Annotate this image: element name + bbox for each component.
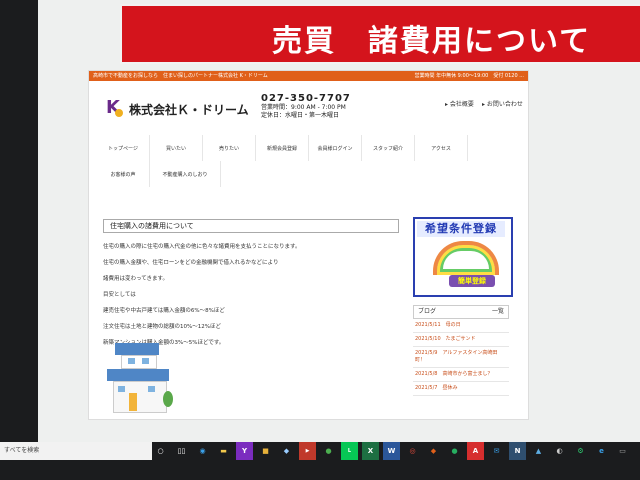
sidebar: 希望条件登録 簡単登録 ブログ 一覧 2021/5/11 母の日 2021/5/… [413,217,513,396]
main-nav: トップページ 買いたい 売りたい 新規会員登録 会員様ログイン スタッフ紹介 ア… [97,135,517,187]
task-view-icon[interactable]: ▯▯ [173,442,190,460]
company-info-link[interactable]: ▸ 会社概要 [445,99,474,108]
topbar-right-text: 営業時間 年中無休 9:00～19:00 受付 0120 ... [414,73,525,79]
taskbar-search-input[interactable]: すべてを検索 [0,442,152,460]
blog-item[interactable]: 2021/5/9 アルファスタイン高崎田町！ [413,347,509,368]
nav-register[interactable]: 新規会員登録 [256,135,309,161]
acrobat-icon[interactable]: A [467,442,484,460]
search-icon[interactable]: ○ [152,442,169,460]
blog-header: ブログ 一覧 [413,305,509,319]
camera-icon[interactable]: ◐ [551,442,568,460]
nav-guide[interactable]: 不動産購入のしおり [150,161,221,187]
nav-buy[interactable]: 買いたい [150,135,203,161]
nav-row-1: トップページ 買いたい 売りたい 新規会員登録 会員様ログイン スタッフ紹介 ア… [97,135,517,161]
topbar-left-text: 高崎市で不動産をお探しなら 住まい探しのパートナー株式会社 K・ドリーム [93,73,268,79]
photos-icon[interactable]: ▲ [530,442,547,460]
app2-icon[interactable]: ◆ [425,442,442,460]
app3-icon[interactable]: ● [446,442,463,460]
store-icon[interactable]: ◆ [278,442,295,460]
yahoo-icon[interactable]: Y [236,442,253,460]
paragraph-2: 住宅の購入金額や、住宅ローンをどの金融機関で借入れるかなどにより [103,260,279,266]
page-title: 住宅購入の諸費用について [103,219,399,233]
paragraph-6: 注文住宅は土地と建物の総額の10%～12%ほど [103,324,221,330]
contacts-icon[interactable]: ● [320,442,337,460]
chrome-icon[interactable]: ◎ [404,442,421,460]
house-illustration-icon [107,343,175,413]
app4-icon[interactable]: N [509,442,526,460]
rainbow-icon [433,241,499,275]
business-hours: 営業時間：9:00 AM - 7:00 PM [261,104,346,111]
line-icon[interactable]: L [341,442,358,460]
k-dream-logo-icon: K [105,97,125,119]
edge-icon[interactable]: ◉ [194,442,211,460]
nav-sell[interactable]: 売りたい [203,135,256,161]
contact-block: 027-350-7707 営業時間：9:00 AM - 7:00 PM 定休日：… [261,93,351,120]
banner-title: 売買 諸費用について [272,24,592,59]
easy-register-label: 簡単登録 [449,275,495,287]
register-title: 希望条件登録 [417,221,505,237]
nav-staff[interactable]: スタッフ紹介 [362,135,415,161]
paragraph-5: 建売住宅や中古戸建ては購入金額の6%～8%ほど [103,308,225,314]
paragraph-3: 諸費用は変わってきます。 [103,276,169,282]
taskbar-icons: ○ ▯▯ ◉ ▬ Y ■ ◆ ▶ ● L X W ◎ ◆ ● A ✉ N ▲ ◐… [152,442,631,460]
site-logo[interactable]: K 株式会社Ｋ・ドリーム [105,97,249,119]
edge-icon[interactable]: e [593,442,610,460]
paragraph-1: 住宅の購入の際に住宅の購入代金の他に色々な諸費用を支払うことになります。 [103,244,301,250]
main-content: 住宅購入の諸費用について 住宅の購入の際に住宅の購入代金の他に色々な諸費用を支払… [103,219,399,347]
settings-icon[interactable]: ⚙ [572,442,589,460]
nav-login[interactable]: 会員様ログイン [309,135,362,161]
mail-icon[interactable]: ✉ [488,442,505,460]
nav-row-2: お客様の声 不動産購入のしおり [97,161,517,187]
excel-icon[interactable]: X [362,442,379,460]
nav-top[interactable]: トップページ [97,135,150,161]
contact-link[interactable]: ▸ お問い合わせ [482,99,523,108]
blog-item[interactable]: 2021/5/7 昼休み [413,382,509,396]
website-page: 高崎市で不動産をお探しなら 住まい探しのパートナー株式会社 K・ドリーム 営業時… [88,70,529,420]
top-links: ▸ 会社概要 ▸ お問い合わせ [445,99,523,108]
blog-item[interactable]: 2021/5/11 母の日 [413,319,509,333]
company-name: 株式会社Ｋ・ドリーム [129,102,249,117]
nav-voices[interactable]: お客様の声 [97,161,150,187]
monitor-screen: 売買 諸費用について 高崎市で不動産をお探しなら 住まい探しのパートナー株式会社… [38,0,640,442]
word-icon[interactable]: W [383,442,400,460]
app-icon[interactable]: ■ [257,442,274,460]
media-icon[interactable]: ▶ [299,442,316,460]
folder-icon[interactable]: ▬ [215,442,232,460]
blog-more-link[interactable]: 一覧 [492,306,504,318]
red-banner: 売買 諸費用について [122,6,640,62]
closed-days: 定休日：水曜日・第一木曜日 [261,112,340,119]
windows-taskbar: すべてを検索 ○ ▯▯ ◉ ▬ Y ■ ◆ ▶ ● L X W ◎ ◆ ● A … [0,442,640,480]
blog-item[interactable]: 2021/5/8 高崎市から富士まし？ [413,368,509,382]
nav-access[interactable]: アクセス [415,135,468,161]
blog-item[interactable]: 2021/5/10 たまごサンド [413,333,509,347]
blog-label: ブログ [418,308,437,315]
site-topbar: 高崎市で不動産をお探しなら 住まい探しのパートナー株式会社 K・ドリーム 営業時… [89,71,528,81]
register-conditions-banner[interactable]: 希望条件登録 簡単登録 [413,217,513,297]
paragraph-4: 目安としては [103,292,136,298]
app5-icon[interactable]: ▭ [614,442,631,460]
phone-number[interactable]: 027-350-7707 [261,93,351,104]
